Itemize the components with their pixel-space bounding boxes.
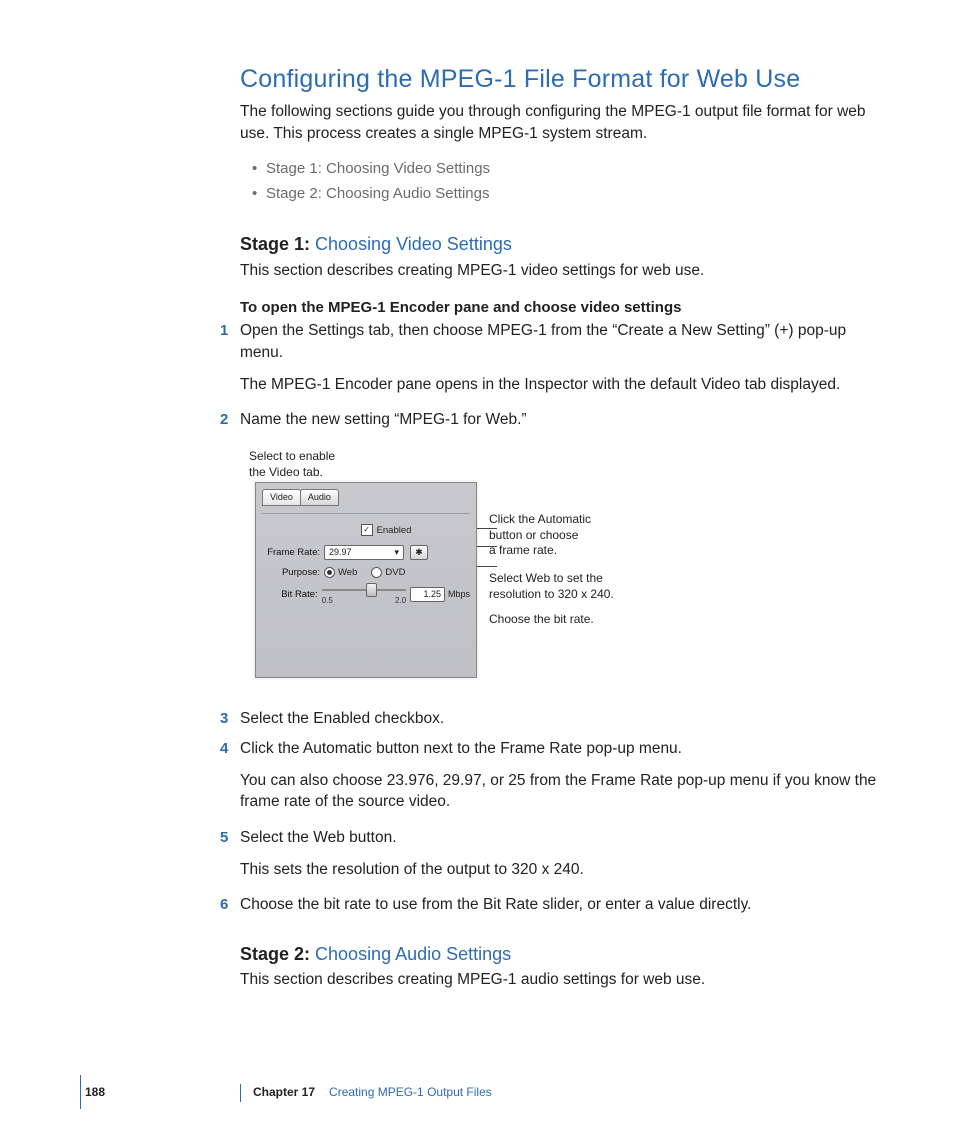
- page-number: 188: [85, 1084, 105, 1101]
- automatic-button[interactable]: ✱: [410, 545, 428, 560]
- tabs-bar: Video Audio: [262, 489, 470, 506]
- stage1-desc: This section describes creating MPEG-1 v…: [240, 260, 885, 282]
- enabled-checkbox[interactable]: ✓: [361, 524, 373, 536]
- frame-rate-label: Frame Rate:: [262, 546, 320, 559]
- bitrate-label: Bit Rate:: [262, 588, 318, 601]
- stage-toc-list: Stage 1: Choosing Video Settings Stage 2…: [240, 158, 885, 204]
- stage2-prefix: Stage 2:: [240, 944, 315, 964]
- callouts-right: Click the Automatic button or choose a f…: [489, 494, 614, 642]
- enabled-label: Enabled: [377, 524, 412, 537]
- bitrate-slider[interactable]: 0.5 2.0: [322, 585, 406, 603]
- step-text: Name the new setting “MPEG-1 for Web.”: [240, 409, 885, 431]
- step-follow: The MPEG-1 Encoder pane opens in the Ins…: [240, 374, 885, 396]
- step-number: 4: [220, 738, 228, 759]
- step-number: 1: [220, 320, 228, 341]
- step-text: Open the Settings tab, then choose MPEG-…: [240, 320, 885, 363]
- frame-rate-dropdown[interactable]: 29.97▾: [324, 545, 404, 560]
- step-number: 5: [220, 827, 228, 848]
- encoder-pane-figure: Select to enable the Video tab. Video Au…: [255, 449, 885, 678]
- step-number: 6: [220, 894, 228, 915]
- purpose-label: Purpose:: [262, 566, 320, 579]
- callout-top: Select to enable the Video tab.: [249, 449, 885, 480]
- stage1-lead: To open the MPEG-1 Encoder pane and choo…: [240, 297, 885, 318]
- page-heading: Configuring the MPEG-1 File Format for W…: [240, 62, 885, 97]
- stage-toc-item[interactable]: Stage 2: Choosing Audio Settings: [256, 183, 885, 204]
- chapter-label: Chapter 17: [253, 1084, 315, 1101]
- stage1-title: Choosing Video Settings: [315, 234, 512, 254]
- stage2-title: Choosing Audio Settings: [315, 944, 511, 964]
- bitrate-value-field[interactable]: 1.25: [410, 587, 445, 602]
- stage1-heading: Stage 1: Choosing Video Settings: [240, 232, 885, 257]
- intro-paragraph: The following sections guide you through…: [240, 101, 885, 144]
- purpose-dvd-label: DVD: [385, 566, 405, 579]
- step-text: Choose the bit rate to use from the Bit …: [240, 894, 885, 916]
- chapter-title: Creating MPEG-1 Output Files: [329, 1084, 492, 1101]
- step-text: Select the Web button.: [240, 827, 885, 849]
- encoder-pane-mock: Video Audio ✓ Enabled Frame Rate: 29.97▾…: [255, 482, 477, 678]
- step-number: 2: [220, 409, 228, 430]
- purpose-web-radio[interactable]: [324, 567, 335, 578]
- step-follow: You can also choose 23.976, 29.97, or 25…: [240, 770, 885, 813]
- step-number: 3: [220, 708, 228, 729]
- step-text: Click the Automatic button next to the F…: [240, 738, 885, 760]
- tab-audio[interactable]: Audio: [300, 489, 339, 506]
- purpose-web-label: Web: [338, 566, 357, 579]
- stage1-prefix: Stage 1:: [240, 234, 315, 254]
- stage2-heading: Stage 2: Choosing Audio Settings: [240, 942, 885, 967]
- bitrate-unit: Mbps: [448, 588, 470, 601]
- page-footer: 188 Chapter 17 Creating MPEG-1 Output Fi…: [85, 1084, 884, 1101]
- step-follow: This sets the resolution of the output t…: [240, 859, 885, 881]
- purpose-dvd-radio[interactable]: [371, 567, 382, 578]
- stage-toc-item[interactable]: Stage 1: Choosing Video Settings: [256, 158, 885, 179]
- step-text: Select the Enabled checkbox.: [240, 708, 885, 730]
- tab-video[interactable]: Video: [262, 489, 301, 506]
- stage2-desc: This section describes creating MPEG-1 a…: [240, 969, 885, 991]
